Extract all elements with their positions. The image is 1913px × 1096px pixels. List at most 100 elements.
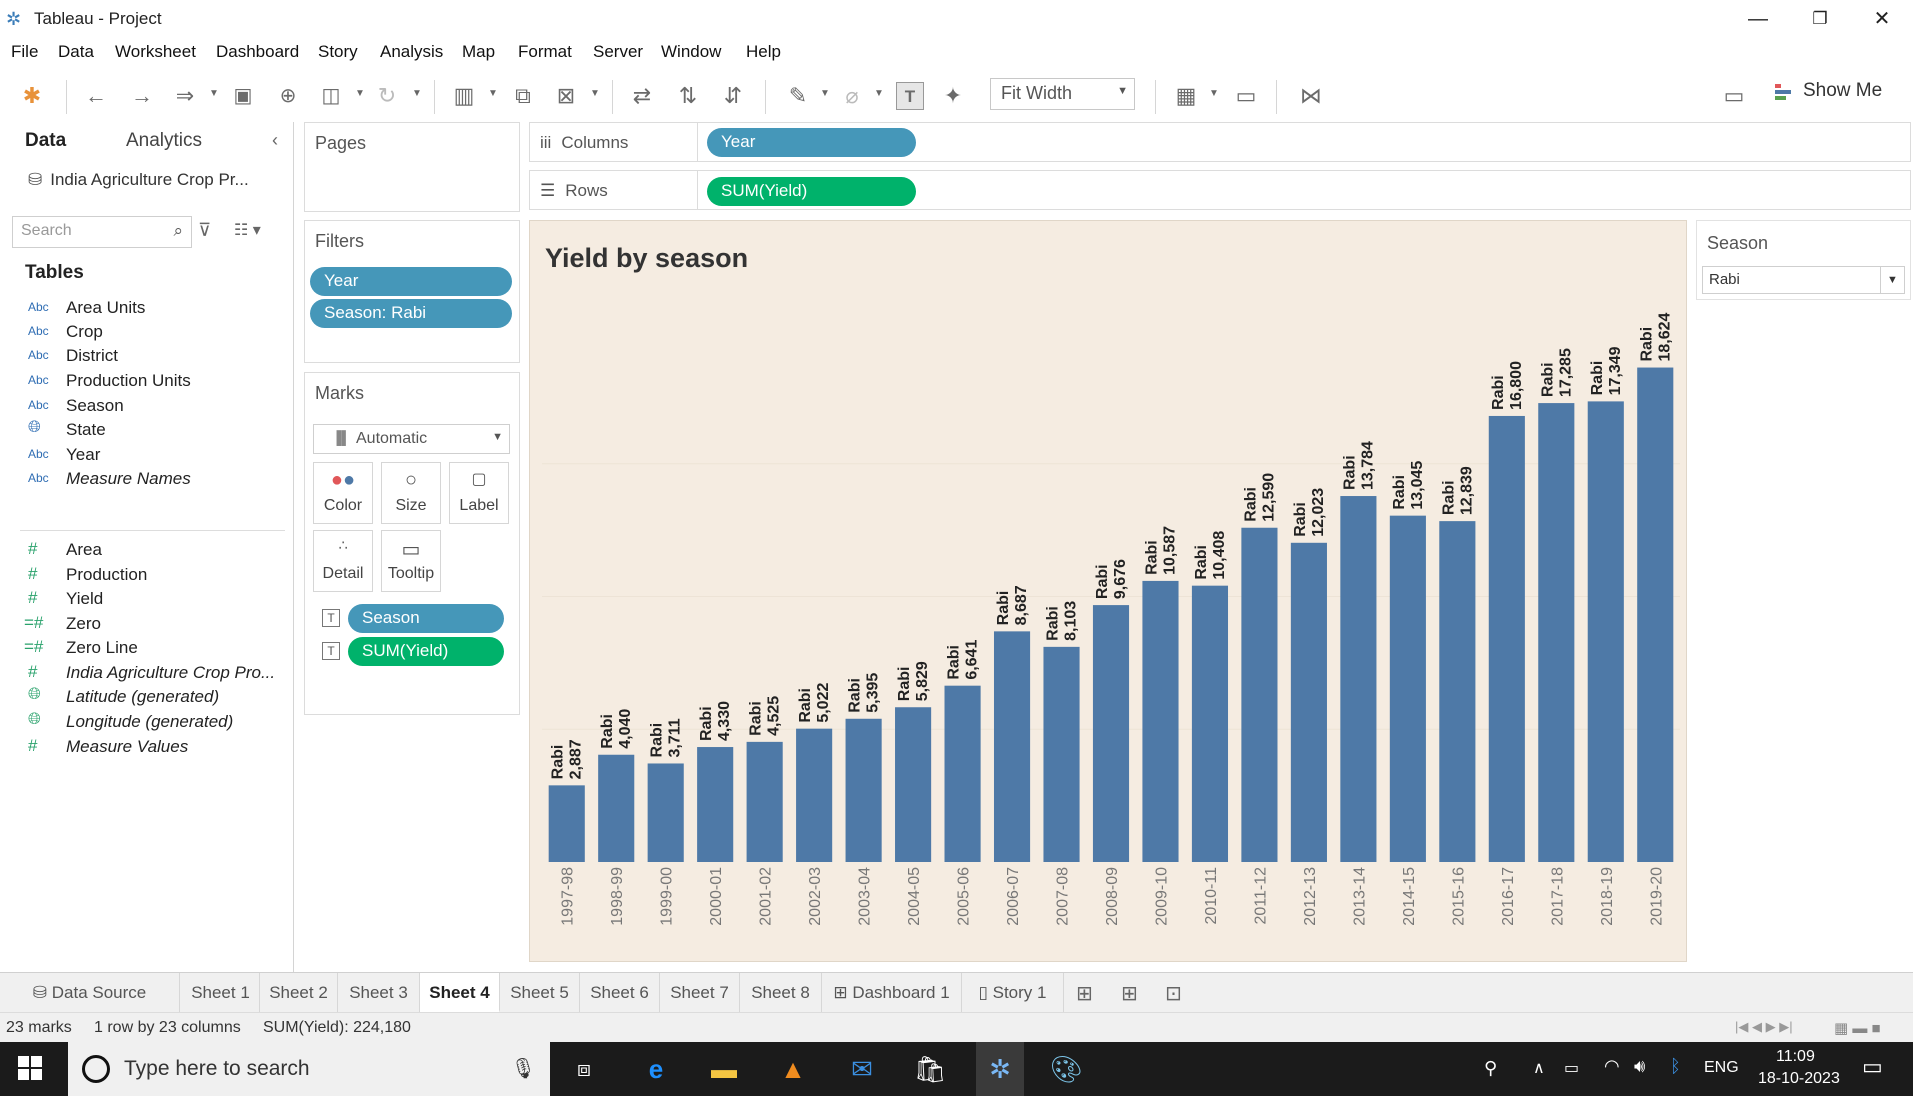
tableau-taskbar-icon[interactable]: ✲: [976, 1042, 1024, 1096]
bluetooth-icon[interactable]: ᛒ: [1670, 1056, 1681, 1077]
field-state[interactable]: 🌐︎ State: [0, 418, 294, 446]
swap-rows-columns-icon[interactable]: ⇄: [628, 82, 656, 110]
field-zero-line[interactable]: =# Zero Line: [0, 636, 294, 664]
menu-analysis[interactable]: Analysis: [380, 42, 443, 62]
size-button[interactable]: ○ Size: [381, 462, 441, 524]
bar-2016-17[interactable]: [1488, 415, 1525, 862]
share-icon[interactable]: ⋈: [1297, 82, 1325, 110]
field-measure-values[interactable]: # Measure Values: [0, 735, 294, 763]
field-latitude[interactable]: 🌐︎ Latitude (generated): [0, 685, 294, 713]
close-icon[interactable]: ✕: [1851, 0, 1913, 38]
bar-1997-98[interactable]: [548, 785, 585, 862]
tab-story-1[interactable]: ▯ Story 1: [962, 973, 1064, 1013]
wifi-icon[interactable]: ◠: [1604, 1056, 1620, 1077]
restore-icon[interactable]: ❐: [1789, 0, 1851, 38]
new-worksheet-icon[interactable]: ▥: [450, 82, 478, 110]
bar-2019-20[interactable]: [1637, 367, 1674, 862]
menu-data[interactable]: Data: [58, 42, 94, 62]
menu-server[interactable]: Server: [593, 42, 643, 62]
bar-2018-19[interactable]: [1587, 401, 1624, 862]
sort-descending-icon[interactable]: ⇵: [719, 82, 747, 110]
show-me-button[interactable]: Show Me: [1803, 80, 1882, 102]
tab-sheet-6[interactable]: Sheet 6: [580, 973, 660, 1013]
language-indicator[interactable]: ENG: [1704, 1059, 1739, 1077]
show-mark-labels-icon[interactable]: T: [896, 82, 924, 110]
bar-2005-06[interactable]: [944, 685, 981, 862]
menu-window[interactable]: Window: [661, 42, 721, 62]
paint-icon[interactable]: 🎨︎: [1048, 1052, 1084, 1086]
new-worksheet-icon[interactable]: ⊞: [1076, 981, 1093, 1006]
bar-2017-18[interactable]: [1538, 403, 1575, 862]
marks-pill-sum-yield[interactable]: SUM(Yield): [348, 637, 504, 666]
bar-2012-13[interactable]: [1290, 542, 1327, 862]
battery-icon[interactable]: ▭: [1564, 1058, 1579, 1078]
show-hidden-icons[interactable]: ∧: [1533, 1058, 1545, 1078]
minimize-icon[interactable]: —: [1727, 0, 1789, 38]
tab-sheet-4[interactable]: Sheet 4: [420, 973, 500, 1013]
show-cards-icon[interactable]: ▦: [1172, 82, 1200, 110]
new-story-icon[interactable]: ⊡: [1165, 981, 1182, 1006]
field-measure-names[interactable]: Abc Measure Names: [0, 467, 294, 495]
group-members-icon[interactable]: ⌀: [838, 82, 866, 110]
windows-start-icon[interactable]: [18, 1056, 42, 1080]
view-options-icon[interactable]: ☷ ▾: [234, 220, 261, 240]
menu-help[interactable]: Help: [746, 42, 781, 62]
menu-dashboard[interactable]: Dashboard: [216, 42, 299, 62]
bar-2007-08[interactable]: [1043, 646, 1080, 862]
tab-data[interactable]: Data: [25, 130, 66, 152]
field-yield[interactable]: # Yield: [0, 587, 294, 615]
redo-icon[interactable]: →: [128, 82, 156, 110]
presentation-mode-icon[interactable]: ▭: [1232, 82, 1260, 110]
label-button[interactable]: ▢ Label: [449, 462, 509, 524]
new-datasource-icon[interactable]: ⊕: [274, 82, 302, 110]
tab-sheet-5[interactable]: Sheet 5: [500, 973, 580, 1013]
taskbar-search-input[interactable]: Type here to search 🎙︎: [68, 1042, 550, 1096]
people-icon[interactable]: ⚲: [1484, 1058, 1497, 1079]
tableau-home-icon[interactable]: ✱: [18, 82, 46, 110]
menu-file[interactable]: File: [11, 42, 38, 62]
fix-axes-icon[interactable]: ✦: [939, 82, 967, 110]
microphone-icon[interactable]: 🎙︎: [511, 1056, 536, 1081]
field-district[interactable]: Abc District: [0, 344, 294, 372]
filter-icon[interactable]: ⊽: [198, 220, 211, 241]
tab-sheet-7[interactable]: Sheet 7: [660, 973, 740, 1013]
clock-time[interactable]: 11:09: [1776, 1048, 1815, 1066]
season-filter-dropdown[interactable]: Rabi ▼: [1702, 266, 1905, 294]
tab-sheet-1[interactable]: Sheet 1: [182, 973, 260, 1013]
bar-2004-05[interactable]: [895, 707, 932, 862]
tab-dashboard-1[interactable]: ⊞ Dashboard 1: [822, 973, 962, 1013]
mark-type-dropdown[interactable]: ▐▌ Automatic ▼: [313, 424, 510, 454]
filter-pill-year[interactable]: Year: [310, 267, 512, 296]
field-longitude[interactable]: 🌐︎ Longitude (generated): [0, 710, 294, 738]
undo-icon[interactable]: ←: [82, 82, 110, 110]
field-area[interactable]: # Area: [0, 538, 294, 566]
tab-sheet-3[interactable]: Sheet 3: [338, 973, 420, 1013]
bar-1998-99[interactable]: [598, 754, 635, 862]
replay-icon[interactable]: ⇒: [171, 82, 199, 110]
duplicate-sheet-icon[interactable]: ⧉: [509, 82, 537, 110]
bar-1999-00[interactable]: [647, 763, 684, 862]
color-button[interactable]: ●● Color: [313, 462, 373, 524]
bar-2011-12[interactable]: [1241, 527, 1278, 862]
notifications-icon[interactable]: ▭: [1862, 1054, 1883, 1080]
columns-pill-year[interactable]: Year: [707, 128, 916, 157]
edge-icon[interactable]: e: [638, 1052, 674, 1086]
pause-updates-icon[interactable]: ◫: [317, 82, 345, 110]
bar-2003-04[interactable]: [845, 718, 882, 862]
bar-2001-02[interactable]: [746, 741, 783, 862]
highlight-icon[interactable]: ✎: [784, 82, 812, 110]
sort-ascending-icon[interactable]: ⇅: [674, 82, 702, 110]
tab-analytics[interactable]: Analytics: [126, 130, 202, 152]
clock-date[interactable]: 18-10-2023: [1758, 1070, 1840, 1088]
marks-pill-season[interactable]: Season: [348, 604, 504, 633]
collapse-pane-icon[interactable]: ‹: [272, 130, 278, 151]
mail-icon[interactable]: ✉: [844, 1052, 880, 1086]
file-explorer-icon[interactable]: ▬: [706, 1052, 742, 1086]
viz-area[interactable]: Yield by season Rabi 2,887 1997-98 Rabi 4,04…: [529, 220, 1687, 962]
filter-pill-season[interactable]: Season: Rabi: [310, 299, 512, 328]
bar-2010-11[interactable]: [1191, 585, 1229, 862]
save-icon[interactable]: ▣: [229, 82, 257, 110]
tooltip-button[interactable]: ▭ Tooltip: [381, 530, 441, 592]
bar-chart[interactable]: Rabi 2,8871997-98Rabi 4,0401998-99Rabi 3,71…: [530, 221, 1688, 963]
pages-card[interactable]: Pages: [304, 122, 520, 212]
